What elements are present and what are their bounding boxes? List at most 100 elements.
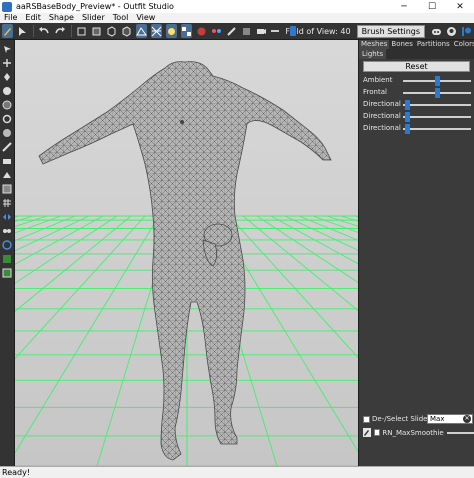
color-brush-icon xyxy=(3,171,11,178)
redo-icon xyxy=(55,26,66,33)
lighting-button[interactable] xyxy=(166,24,178,38)
slider-list-item[interactable]: RN_MaxSmoothie xyxy=(359,427,474,438)
brush-collision-tool-button[interactable] xyxy=(2,253,13,264)
light-slider-knob[interactable] xyxy=(434,76,440,86)
wireframe-button[interactable] xyxy=(151,24,163,38)
cube-icon xyxy=(77,27,86,35)
fov-slider-knob[interactable] xyxy=(290,26,297,36)
clear-filter-icon[interactable]: ✕ xyxy=(463,415,471,423)
view-right-button[interactable] xyxy=(121,24,132,38)
arrow-tool-button[interactable] xyxy=(17,24,28,38)
brush-undiff-icon xyxy=(2,141,12,152)
light-slider[interactable] xyxy=(403,100,471,110)
brush-settings-button[interactable]: Brush Settings xyxy=(356,24,426,38)
slider-filter-input[interactable]: Max ✕ xyxy=(427,414,473,424)
menu-view[interactable]: View xyxy=(132,13,159,23)
bones-button[interactable] xyxy=(226,24,237,38)
brush-inflate-icon xyxy=(3,86,11,95)
light-row: Directional xyxy=(359,110,474,122)
transform-icon xyxy=(3,58,11,67)
sliders-header: De-/Select Sliders Max ✕ xyxy=(359,412,474,426)
xmirror-icon xyxy=(3,213,11,220)
status-bar: Ready! xyxy=(0,466,474,478)
tab-bones[interactable]: Bones xyxy=(389,40,414,49)
menu-shape[interactable]: Shape xyxy=(45,13,78,23)
brush-inflate-tool-button[interactable] xyxy=(2,85,13,96)
mask-visibility-button[interactable] xyxy=(196,24,207,38)
view-front-button[interactable] xyxy=(76,24,87,38)
viewport-canvas[interactable] xyxy=(15,40,358,466)
perspective-button[interactable] xyxy=(136,24,148,38)
menu-edit[interactable]: Edit xyxy=(21,13,45,23)
brush-tool-button[interactable] xyxy=(2,24,13,38)
lights-reset-button[interactable]: Reset xyxy=(363,61,470,72)
view-back-button[interactable] xyxy=(91,24,102,38)
undo-button[interactable] xyxy=(38,24,50,38)
slider-filter-value: Max xyxy=(430,415,445,423)
view-left-button[interactable] xyxy=(106,24,117,38)
cube-left-icon xyxy=(107,25,116,37)
restore-tool-button[interactable] xyxy=(2,267,13,278)
color-brush-tool-button[interactable] xyxy=(2,169,13,180)
fov-slider[interactable] xyxy=(271,26,297,36)
menu-tool[interactable]: Tool xyxy=(109,13,133,23)
weight-brush-tool-button[interactable] xyxy=(2,155,13,166)
slider-value-track[interactable] xyxy=(446,431,474,434)
github-button[interactable] xyxy=(446,24,457,38)
texture-icon xyxy=(182,26,192,36)
pin-icon xyxy=(4,72,10,81)
light-label: Frontal xyxy=(363,88,387,96)
xmirror-tool-button[interactable] xyxy=(2,211,13,222)
light-slider-knob[interactable] xyxy=(404,124,410,134)
light-slider[interactable] xyxy=(403,76,471,86)
light-slider-knob[interactable] xyxy=(404,100,410,110)
select-icon xyxy=(4,45,11,53)
body-mesh xyxy=(38,61,332,461)
close-button[interactable]: ✕ xyxy=(446,0,474,13)
brush-icon xyxy=(4,27,11,36)
deselect-sliders-checkbox[interactable] xyxy=(363,415,370,423)
minimize-button[interactable]: ─ xyxy=(390,0,418,13)
pencil-icon xyxy=(364,430,370,436)
global-brush-tool-button[interactable] xyxy=(2,239,13,250)
3d-viewport[interactable] xyxy=(15,40,358,466)
discord-button[interactable] xyxy=(431,24,442,38)
vertex-colors-button[interactable] xyxy=(211,24,222,38)
pin-tool-button[interactable] xyxy=(2,71,13,82)
render-icon xyxy=(243,27,251,35)
menu-file[interactable]: File xyxy=(0,13,21,23)
light-slider-knob[interactable] xyxy=(404,112,410,122)
tab-meshes[interactable]: Meshes xyxy=(359,40,390,49)
tab-colors[interactable]: Colors xyxy=(452,40,474,49)
wireframe-icon xyxy=(152,26,162,36)
texture-button[interactable] xyxy=(181,24,193,38)
transform-tool-button[interactable] xyxy=(2,57,13,68)
brush-move-tool-button[interactable] xyxy=(2,113,13,124)
slider-checkbox[interactable] xyxy=(373,429,381,436)
light-slider-knob[interactable] xyxy=(434,88,440,98)
redo-button[interactable] xyxy=(54,24,66,38)
light-row: Frontal xyxy=(359,86,474,98)
bones-icon xyxy=(227,26,237,36)
connected-only-tool-button[interactable] xyxy=(2,225,13,236)
render-button[interactable] xyxy=(241,24,252,38)
tab-lights[interactable]: Lights xyxy=(359,49,387,59)
main-toolbar: Field of View: 40 Brush Settings xyxy=(0,23,474,40)
mask-tool-button[interactable] xyxy=(2,183,13,194)
connected-only-icon xyxy=(3,228,11,233)
brush-smooth-tool-button[interactable] xyxy=(2,127,13,138)
brush-deflate-tool-button[interactable] xyxy=(2,99,13,110)
deselect-sliders-label: De-/Select Sliders xyxy=(372,415,435,423)
light-slider[interactable] xyxy=(403,88,471,98)
fov-icon-button[interactable] xyxy=(256,24,267,38)
slider-edit-button[interactable] xyxy=(363,428,371,437)
light-slider[interactable] xyxy=(403,112,471,122)
grid-tool-button[interactable] xyxy=(2,197,13,208)
select-tool-button[interactable] xyxy=(2,43,13,54)
tab-partitions[interactable]: Partitions xyxy=(415,40,452,49)
light-slider[interactable] xyxy=(403,124,471,134)
maximize-button[interactable]: ☐ xyxy=(418,0,446,13)
menu-slider[interactable]: Slider xyxy=(78,13,109,23)
patreon-button[interactable] xyxy=(461,24,472,38)
brush-undiff-tool-button[interactable] xyxy=(2,141,13,152)
